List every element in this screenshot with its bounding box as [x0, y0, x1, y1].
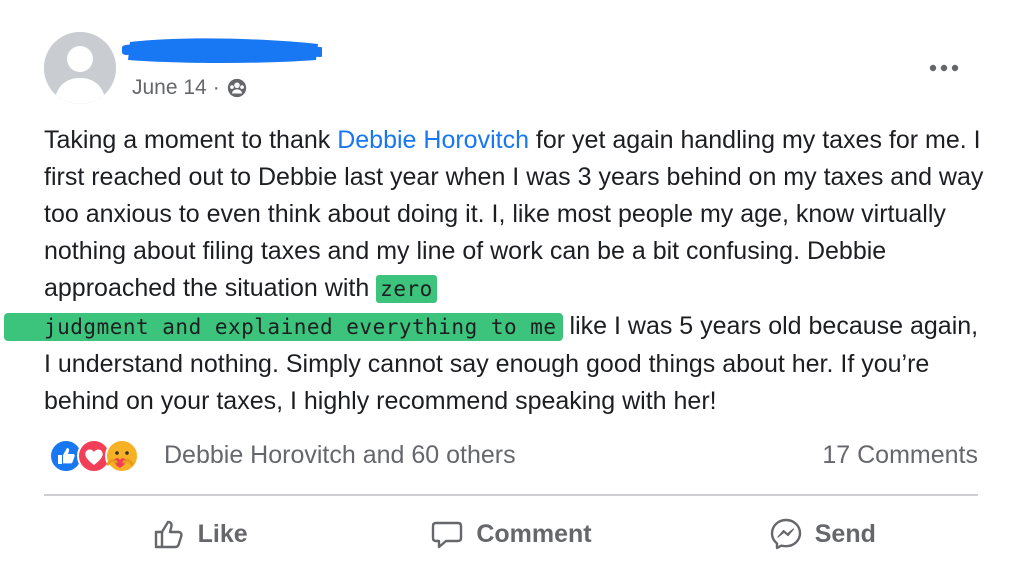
thumbs-up-icon: [154, 520, 183, 549]
messenger-icon: [770, 518, 801, 550]
like-label: Like: [197, 519, 248, 548]
post-date[interactable]: June 14: [132, 76, 207, 100]
mention-link[interactable]: Debbie Horovitch: [337, 126, 529, 154]
reactions-bar: Debbie Horovitch and 60 others 17 Commen…: [44, 436, 978, 478]
post-body: Taking a moment to thank Debbie Horovitc…: [4, 122, 984, 420]
highlighted-text-2: judgment and explained everything to me: [4, 313, 563, 341]
divider: [44, 494, 978, 496]
reactors-summary[interactable]: Debbie Horovitch and 60 others: [164, 441, 516, 470]
comment-bubble-icon: [432, 521, 463, 549]
meta-separator: ·: [212, 76, 220, 99]
default-avatar-icon: [44, 32, 116, 104]
comments-count[interactable]: 17 Comments: [822, 441, 978, 470]
send-button[interactable]: Send: [667, 506, 978, 562]
like-button[interactable]: Like: [44, 506, 355, 562]
redacted-name-scribble: [122, 38, 322, 63]
comment-button[interactable]: Comment: [355, 506, 666, 562]
care-reaction-icon: [105, 439, 139, 473]
post-card: June 14 · Taking a moment to thank Debbi…: [0, 0, 1024, 584]
reaction-icons[interactable]: [48, 438, 158, 474]
highlighted-text-1: zero: [376, 275, 437, 303]
privacy-group-icon[interactable]: [226, 77, 248, 99]
post-actions: Like Comment Send: [44, 506, 978, 562]
avatar[interactable]: [44, 32, 116, 104]
more-options-icon[interactable]: [924, 56, 964, 80]
send-label: Send: [814, 519, 876, 548]
post-text-part-1: Taking a moment to thank: [44, 126, 338, 154]
post-meta: June 14 ·: [132, 76, 248, 100]
comment-label: Comment: [476, 519, 592, 548]
